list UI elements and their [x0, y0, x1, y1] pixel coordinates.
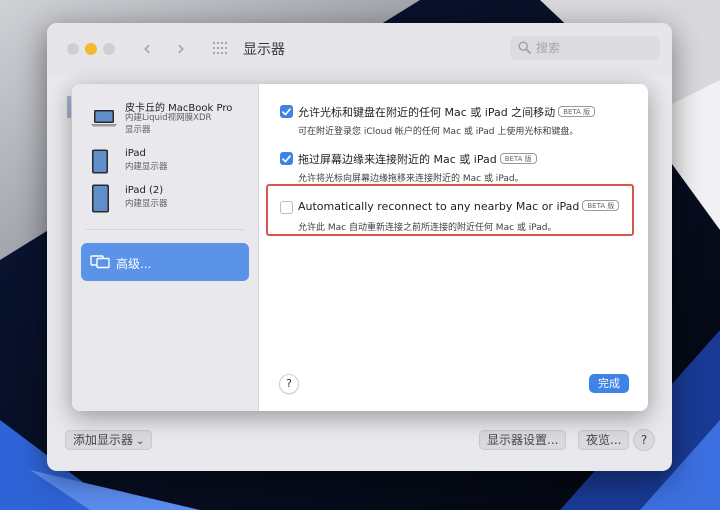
- checkbox-cursor-keyboard[interactable]: [280, 105, 293, 118]
- checkmark-icon: [282, 154, 291, 162]
- done-button[interactable]: 完成: [589, 374, 629, 393]
- option-title-text: 拖过屏幕边缘来连接附近的 Mac 或 iPad: [298, 153, 497, 166]
- option-title-text: 允许光标和键盘在附近的任何 Mac 或 iPad 之间移动: [298, 106, 556, 119]
- device-item-ipad[interactable]: iPad 内建显示器: [91, 148, 251, 176]
- chevron-left-icon[interactable]: ‹: [143, 37, 151, 59]
- minimize-window-button[interactable]: [85, 43, 97, 55]
- device-sidebar: 皮卡丘的 MacBook Pro 内建Liquid视网膜XDR 显示器 iPad…: [72, 84, 259, 411]
- sidebar-divider: [86, 229, 245, 230]
- close-window-button[interactable]: [67, 43, 79, 55]
- advanced-label: 高级...: [116, 257, 152, 271]
- search-input[interactable]: [536, 39, 646, 57]
- checkmark-icon: [282, 107, 291, 115]
- option-description: 可在附近登录您 iCloud 帐户的任何 Mac 或 iPad 上使用光标和键盘…: [298, 127, 579, 137]
- option-title: Automatically reconnect to any nearby Ma…: [298, 200, 620, 213]
- window-titlebar: ‹ › 显示器: [47, 23, 672, 75]
- option-title-text: Automatically reconnect to any nearby Ma…: [298, 200, 580, 213]
- display-settings-button[interactable]: 显示器设置...: [479, 430, 567, 450]
- chevron-down-icon: ⌄: [136, 436, 145, 447]
- chevron-right-icon[interactable]: ›: [177, 37, 185, 59]
- checkbox-push-through-edge[interactable]: [280, 152, 293, 165]
- tablet-icon: [92, 184, 109, 213]
- laptop-icon: [91, 110, 117, 127]
- device-subtitle: 内建显示器: [125, 199, 168, 209]
- device-subtitle: 内建Liquid视网膜XDR: [125, 113, 212, 123]
- displays-icon: [90, 255, 110, 269]
- help-button-window[interactable]: ?: [633, 429, 655, 451]
- display-thumbnail: [67, 96, 71, 118]
- grid-view-icon[interactable]: [213, 42, 229, 54]
- search-field[interactable]: [510, 36, 660, 60]
- checkbox-auto-reconnect[interactable]: [280, 201, 293, 214]
- tablet-icon: [92, 149, 108, 174]
- search-icon: [518, 41, 531, 54]
- advanced-sheet: 皮卡丘的 MacBook Pro 内建Liquid视网膜XDR 显示器 iPad…: [72, 84, 648, 411]
- help-button[interactable]: ?: [279, 374, 299, 394]
- sidebar-item-advanced[interactable]: 高级...: [81, 243, 249, 281]
- add-display-button[interactable]: 添加显示器 ⌄: [65, 430, 153, 450]
- beta-badge: BETA 版: [558, 106, 596, 117]
- beta-badge: BETA 版: [499, 153, 537, 164]
- device-subtitle: 内建显示器: [125, 162, 168, 172]
- device-subtitle: 显示器: [125, 125, 151, 135]
- option-title: 允许光标和键盘在附近的任何 Mac 或 iPad 之间移动 BETA 版: [298, 104, 596, 120]
- device-item-macbook[interactable]: 皮卡丘的 MacBook Pro 内建Liquid视网膜XDR 显示器: [91, 99, 251, 137]
- zoom-window-button[interactable]: [103, 43, 115, 55]
- device-name: iPad: [125, 148, 146, 159]
- option-title: 拖过屏幕边缘来连接附近的 Mac 或 iPad BETA 版: [298, 151, 537, 167]
- device-item-ipad-2[interactable]: iPad (2) 内建显示器: [91, 184, 251, 213]
- device-name: iPad (2): [125, 185, 164, 196]
- beta-badge: BETA 版: [582, 200, 620, 211]
- window-title: 显示器: [243, 42, 285, 58]
- night-shift-button[interactable]: 夜览...: [578, 430, 630, 450]
- add-display-label: 添加显示器: [73, 433, 134, 447]
- option-description: 允许此 Mac 自动重新连接之前所连接的附近任何 Mac 或 iPad。: [298, 223, 557, 233]
- option-description: 允许将光标向屏幕边缘拖移来连接附近的 Mac 或 iPad。: [298, 174, 524, 184]
